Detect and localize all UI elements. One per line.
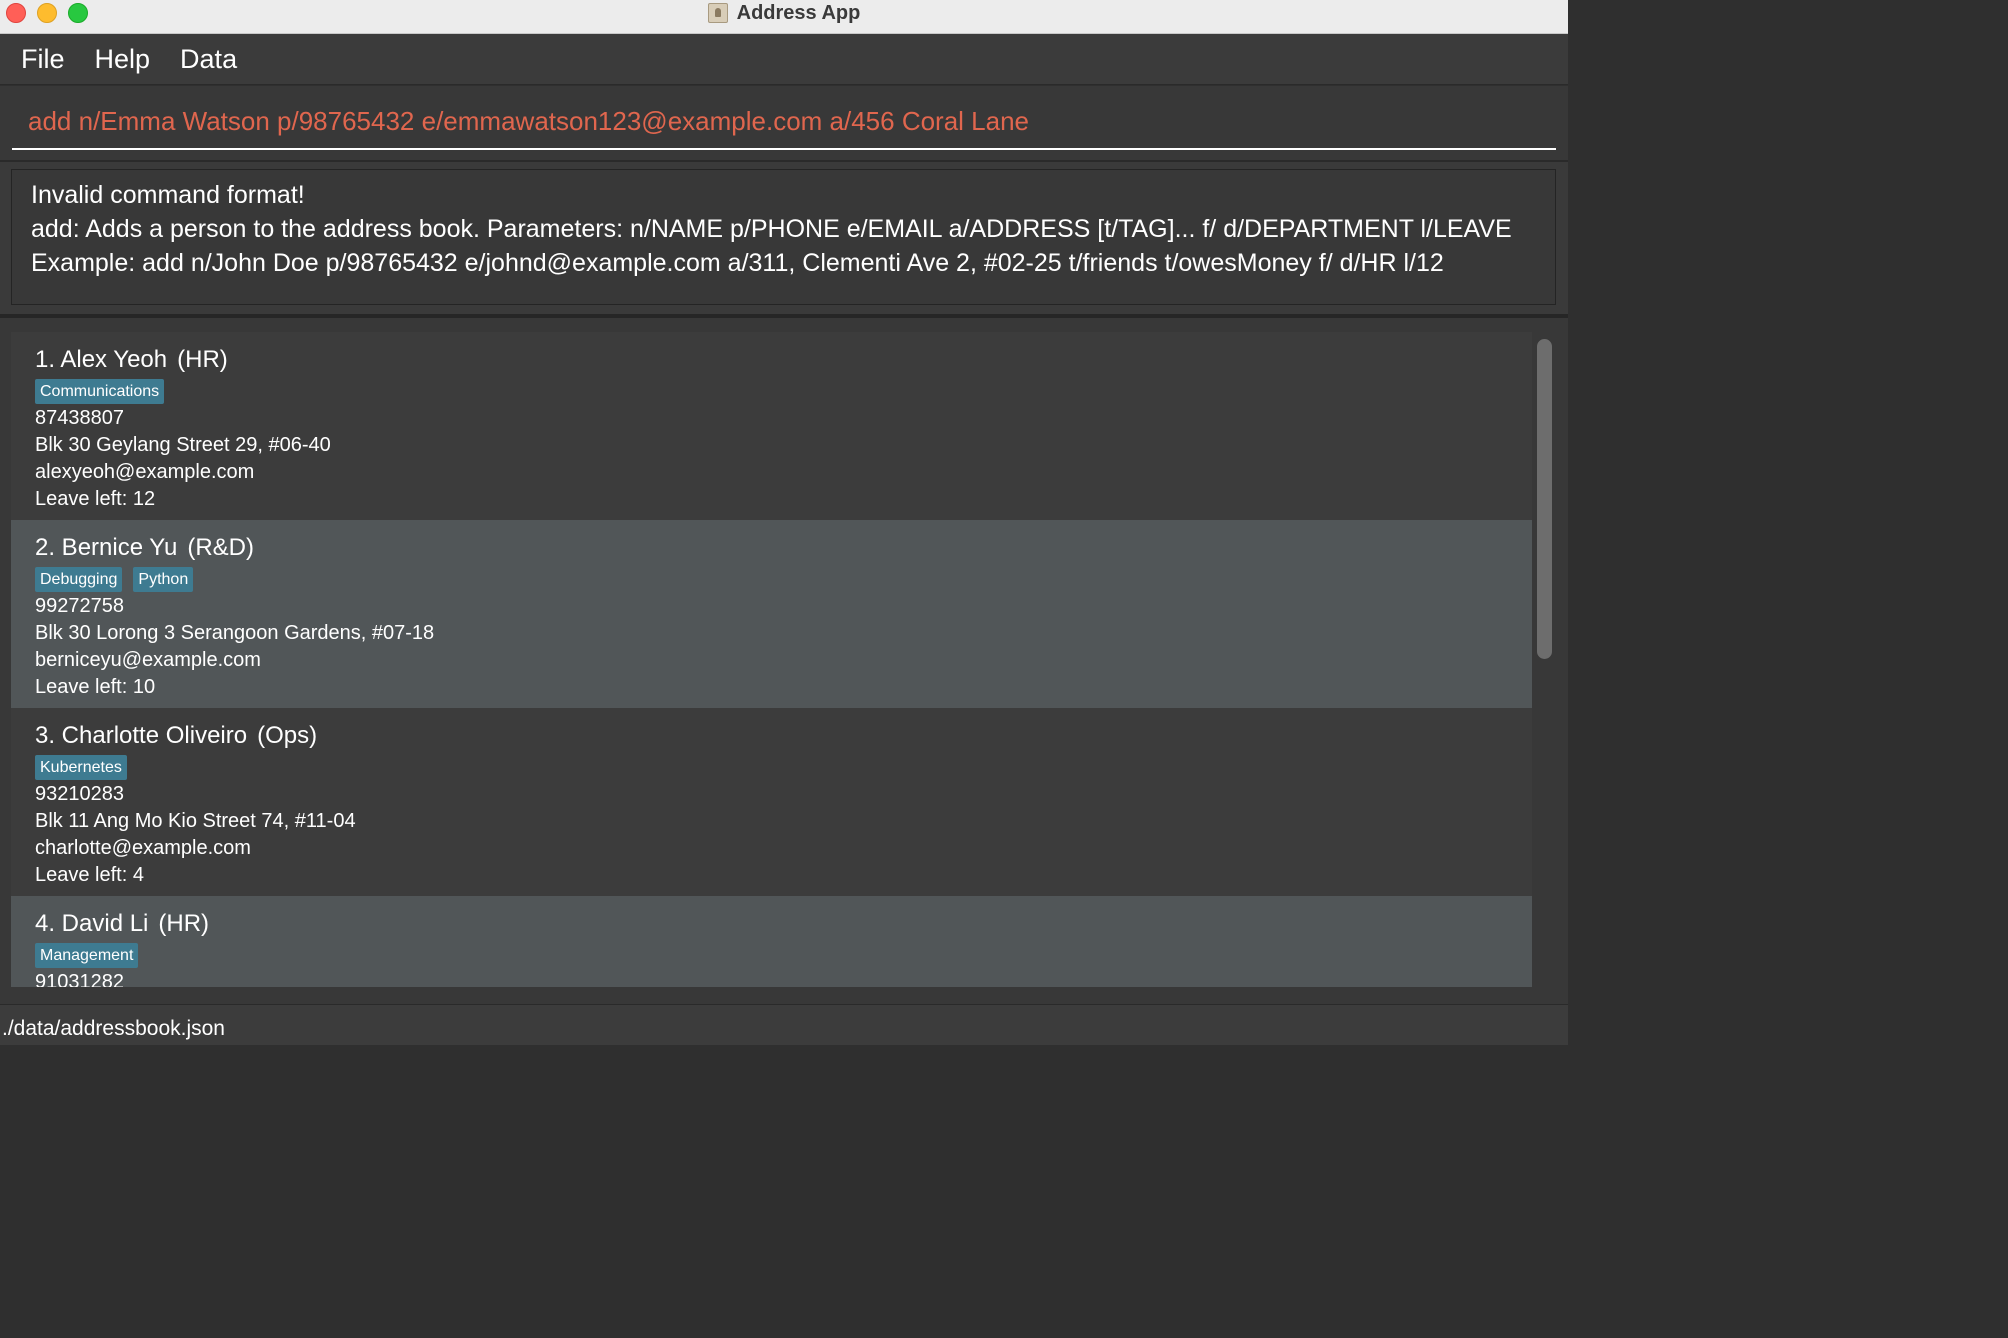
person-name: 4. David Li: [35, 910, 149, 937]
window-titlebar: Address App: [0, 0, 1568, 34]
tag-list: Communications: [35, 379, 1532, 404]
person-leave: Leave left: 10: [35, 676, 156, 698]
person-department: (HR): [177, 346, 228, 373]
save-location-path: ./data/addressbook.json: [2, 1017, 225, 1040]
person-card[interactable]: 3. Charlotte Oliveiro (Ops) Kubernetes 93…: [11, 708, 1532, 896]
tag-label: Kubernetes: [35, 755, 127, 780]
person-email: berniceyu@example.com: [35, 649, 261, 671]
person-email: alexyeoh@example.com: [35, 461, 255, 483]
status-bar: ./data/addressbook.json: [0, 1004, 1568, 1045]
person-leave: Leave left: 4: [35, 864, 144, 886]
address-book-icon: [707, 3, 728, 23]
person-name: 3. Charlotte Oliveiro: [35, 722, 248, 749]
person-phone: 87438807: [35, 407, 124, 429]
result-line: Invalid command format!: [31, 181, 305, 209]
tag-label: Management: [35, 943, 139, 968]
command-input[interactable]: [12, 94, 1556, 150]
tag-label: Communications: [35, 379, 165, 404]
person-phone: 93210283: [35, 783, 124, 805]
result-display: Invalid command format! add: Adds a pers…: [0, 162, 1568, 314]
person-phone: 91031282: [35, 971, 124, 987]
command-box: [0, 86, 1568, 160]
menu-file[interactable]: File: [21, 44, 65, 75]
tag-list: Kubernetes: [35, 755, 1532, 780]
person-name: 1. Alex Yeoh: [35, 346, 168, 373]
tag-list: Management: [35, 943, 1532, 968]
result-line: add: Adds a person to the address book. …: [31, 215, 1512, 243]
person-list[interactable]: 1. Alex Yeoh (HR) Communications 87438807…: [11, 332, 1532, 987]
person-name: 2. Bernice Yu: [35, 534, 178, 561]
person-card[interactable]: 4. David Li (HR) Management 91031282: [11, 896, 1532, 987]
person-address: Blk 30 Lorong 3 Serangoon Gardens, #07-1…: [35, 622, 435, 644]
person-address: Blk 11 Ang Mo Kio Street 74, #11-04: [35, 810, 356, 832]
menu-bar: File Help Data: [0, 34, 1568, 85]
person-address: Blk 30 Geylang Street 29, #06-40: [35, 434, 331, 456]
person-phone: 99272758: [35, 595, 124, 617]
person-card[interactable]: 2. Bernice Yu (R&D) Debugging Python 9927…: [11, 520, 1532, 708]
person-card[interactable]: 1. Alex Yeoh (HR) Communications 87438807…: [11, 332, 1532, 520]
scrollbar-thumb[interactable]: [1537, 339, 1552, 659]
person-list-panel: 1. Alex Yeoh (HR) Communications 87438807…: [0, 318, 1568, 1004]
person-email: charlotte@example.com: [35, 837, 251, 859]
tag-label: Python: [133, 567, 194, 592]
person-department: (Ops): [257, 722, 318, 749]
tag-label: Debugging: [35, 567, 123, 592]
window-title: Address App: [736, 1, 861, 24]
person-leave: Leave left: 12: [35, 488, 156, 510]
menu-data[interactable]: Data: [180, 44, 237, 75]
list-scrollbar[interactable]: [1532, 332, 1558, 987]
person-department: (HR): [158, 910, 210, 937]
result-text-area[interactable]: Invalid command format! add: Adds a pers…: [11, 169, 1556, 305]
result-line: Example: add n/John Doe p/98765432 e/joh…: [31, 249, 1444, 277]
person-department: (R&D): [187, 534, 254, 561]
tag-list: Debugging Python: [35, 567, 1532, 592]
menu-help[interactable]: Help: [95, 44, 151, 75]
